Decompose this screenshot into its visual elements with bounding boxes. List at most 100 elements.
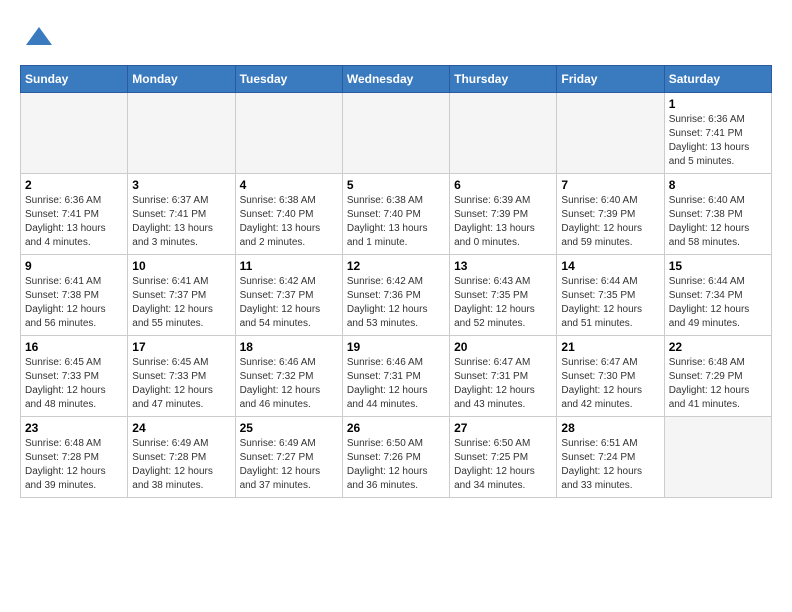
day-info: Sunrise: 6:49 AM Sunset: 7:27 PM Dayligh… [240,437,338,493]
day-number: 24 [132,421,230,435]
day-info: Sunrise: 6:50 AM Sunset: 7:26 PM Dayligh… [347,437,445,493]
weekday-header-sunday: Sunday [21,66,128,93]
day-info: Sunrise: 6:44 AM Sunset: 7:34 PM Dayligh… [669,275,767,331]
day-cell: 28Sunrise: 6:51 AM Sunset: 7:24 PM Dayli… [557,417,664,498]
day-cell: 4 Sunrise: 6:38 AM Sunset: 7:40 PM Daylig… [235,174,342,255]
day-cell: 15 Sunrise: 6:44 AM Sunset: 7:34 PM Dayli… [664,255,771,336]
day-number: 20 [454,340,552,354]
day-number: 13 [454,259,552,273]
day-number: 25 [240,421,338,435]
logo [20,25,54,55]
day-number: 6 [454,178,552,192]
day-info: Sunrise: 6:38 AM Sunset: 7:40 PM Dayligh… [240,194,338,250]
day-number: 2 [25,178,123,192]
day-info: Sunrise: 6:46 AM Sunset: 7:31 PM Dayligh… [347,356,445,412]
week-row-5: 23 Sunrise: 6:48 AM Sunset: 7:28 PM Dayli… [21,417,772,498]
day-cell: 1Sunrise: 6:36 AM Sunset: 7:41 PM Daylig… [664,93,771,174]
day-cell [664,417,771,498]
day-number: 15 [669,259,767,273]
calendar: SundayMondayTuesdayWednesdayThursdayFrid… [20,65,772,498]
day-number: 10 [132,259,230,273]
day-info: Sunrise: 6:45 AM Sunset: 7:33 PM Dayligh… [25,356,123,412]
day-info: Sunrise: 6:51 AM Sunset: 7:24 PM Dayligh… [561,437,659,493]
weekday-header-friday: Friday [557,66,664,93]
day-info: Sunrise: 6:43 AM Sunset: 7:35 PM Dayligh… [454,275,552,331]
week-row-2: 2Sunrise: 6:36 AM Sunset: 7:41 PM Daylig… [21,174,772,255]
day-number: 19 [347,340,445,354]
day-info: Sunrise: 6:47 AM Sunset: 7:30 PM Dayligh… [561,356,659,412]
day-cell: 16 Sunrise: 6:45 AM Sunset: 7:33 PM Dayli… [21,336,128,417]
header [20,20,772,55]
day-cell: 22 Sunrise: 6:48 AM Sunset: 7:29 PM Dayli… [664,336,771,417]
day-number: 12 [347,259,445,273]
day-info: Sunrise: 6:39 AM Sunset: 7:39 PM Dayligh… [454,194,552,250]
day-cell [342,93,449,174]
weekday-header-monday: Monday [128,66,235,93]
day-cell: 7 Sunrise: 6:40 AM Sunset: 7:39 PM Daylig… [557,174,664,255]
day-cell: 13 Sunrise: 6:43 AM Sunset: 7:35 PM Dayli… [450,255,557,336]
day-number: 3 [132,178,230,192]
day-cell: 20 Sunrise: 6:47 AM Sunset: 7:31 PM Dayli… [450,336,557,417]
day-number: 14 [561,259,659,273]
day-number: 1 [669,97,767,111]
day-number: 11 [240,259,338,273]
day-cell: 18 Sunrise: 6:46 AM Sunset: 7:32 PM Dayli… [235,336,342,417]
day-cell: 19 Sunrise: 6:46 AM Sunset: 7:31 PM Dayli… [342,336,449,417]
day-number: 16 [25,340,123,354]
day-cell: 2Sunrise: 6:36 AM Sunset: 7:41 PM Daylig… [21,174,128,255]
day-cell [21,93,128,174]
day-info: Sunrise: 6:40 AM Sunset: 7:39 PM Dayligh… [561,194,659,250]
day-number: 23 [25,421,123,435]
day-cell: 24 Sunrise: 6:49 AM Sunset: 7:28 PM Dayli… [128,417,235,498]
day-info: Sunrise: 6:47 AM Sunset: 7:31 PM Dayligh… [454,356,552,412]
day-cell: 6 Sunrise: 6:39 AM Sunset: 7:39 PM Daylig… [450,174,557,255]
day-cell [128,93,235,174]
day-number: 18 [240,340,338,354]
day-cell: 12 Sunrise: 6:42 AM Sunset: 7:36 PM Dayli… [342,255,449,336]
day-number: 26 [347,421,445,435]
day-info: Sunrise: 6:44 AM Sunset: 7:35 PM Dayligh… [561,275,659,331]
day-info: Sunrise: 6:45 AM Sunset: 7:33 PM Dayligh… [132,356,230,412]
day-cell: 21Sunrise: 6:47 AM Sunset: 7:30 PM Dayli… [557,336,664,417]
day-cell [450,93,557,174]
week-row-4: 16 Sunrise: 6:45 AM Sunset: 7:33 PM Dayli… [21,336,772,417]
weekday-header-wednesday: Wednesday [342,66,449,93]
day-cell: 3 Sunrise: 6:37 AM Sunset: 7:41 PM Daylig… [128,174,235,255]
day-cell: 23 Sunrise: 6:48 AM Sunset: 7:28 PM Dayli… [21,417,128,498]
day-number: 7 [561,178,659,192]
day-info: Sunrise: 6:37 AM Sunset: 7:41 PM Dayligh… [132,194,230,250]
week-row-1: 1Sunrise: 6:36 AM Sunset: 7:41 PM Daylig… [21,93,772,174]
day-cell: 14 Sunrise: 6:44 AM Sunset: 7:35 PM Dayli… [557,255,664,336]
day-info: Sunrise: 6:48 AM Sunset: 7:28 PM Dayligh… [25,437,123,493]
day-cell: 25 Sunrise: 6:49 AM Sunset: 7:27 PM Dayli… [235,417,342,498]
day-cell: 26 Sunrise: 6:50 AM Sunset: 7:26 PM Dayli… [342,417,449,498]
day-info: Sunrise: 6:38 AM Sunset: 7:40 PM Dayligh… [347,194,445,250]
day-cell [557,93,664,174]
day-number: 17 [132,340,230,354]
weekday-header-row: SundayMondayTuesdayWednesdayThursdayFrid… [21,66,772,93]
day-number: 22 [669,340,767,354]
logo-icon [24,25,54,55]
day-cell: 27 Sunrise: 6:50 AM Sunset: 7:25 PM Dayli… [450,417,557,498]
day-info: Sunrise: 6:41 AM Sunset: 7:37 PM Dayligh… [132,275,230,331]
day-cell: 5 Sunrise: 6:38 AM Sunset: 7:40 PM Daylig… [342,174,449,255]
day-info: Sunrise: 6:42 AM Sunset: 7:37 PM Dayligh… [240,275,338,331]
day-number: 8 [669,178,767,192]
day-cell [235,93,342,174]
day-number: 5 [347,178,445,192]
day-cell: 10 Sunrise: 6:41 AM Sunset: 7:37 PM Dayli… [128,255,235,336]
day-number: 27 [454,421,552,435]
day-number: 4 [240,178,338,192]
day-info: Sunrise: 6:42 AM Sunset: 7:36 PM Dayligh… [347,275,445,331]
day-info: Sunrise: 6:49 AM Sunset: 7:28 PM Dayligh… [132,437,230,493]
day-info: Sunrise: 6:48 AM Sunset: 7:29 PM Dayligh… [669,356,767,412]
day-info: Sunrise: 6:46 AM Sunset: 7:32 PM Dayligh… [240,356,338,412]
week-row-3: 9Sunrise: 6:41 AM Sunset: 7:38 PM Daylig… [21,255,772,336]
day-cell: 8Sunrise: 6:40 AM Sunset: 7:38 PM Daylig… [664,174,771,255]
day-info: Sunrise: 6:41 AM Sunset: 7:38 PM Dayligh… [25,275,123,331]
day-cell: 9Sunrise: 6:41 AM Sunset: 7:38 PM Daylig… [21,255,128,336]
weekday-header-thursday: Thursday [450,66,557,93]
weekday-header-saturday: Saturday [664,66,771,93]
day-info: Sunrise: 6:50 AM Sunset: 7:25 PM Dayligh… [454,437,552,493]
weekday-header-tuesday: Tuesday [235,66,342,93]
